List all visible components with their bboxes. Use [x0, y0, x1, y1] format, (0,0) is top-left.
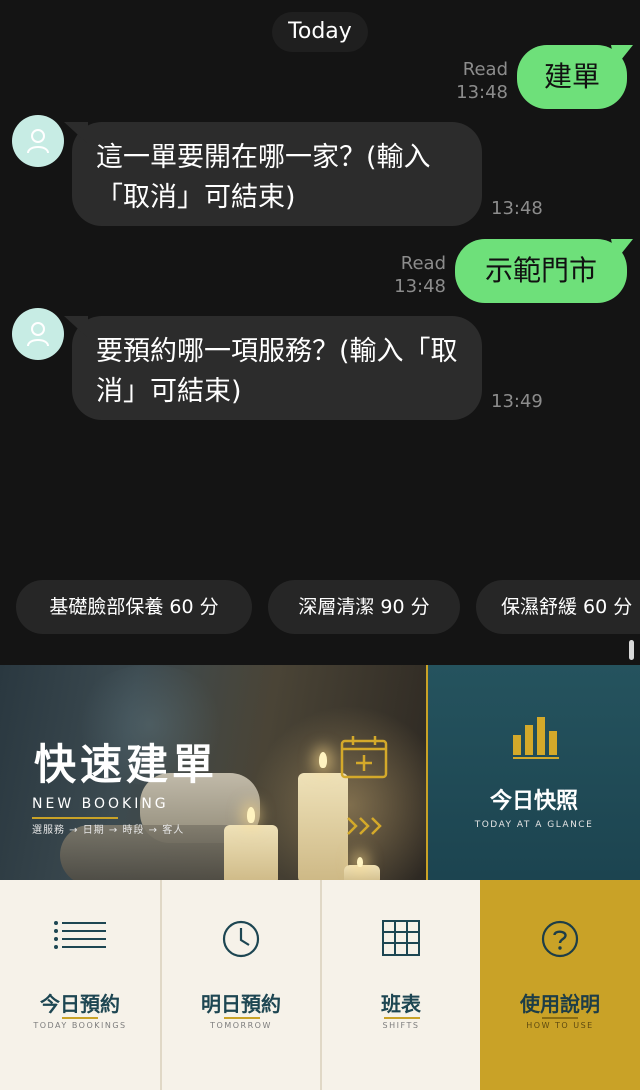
bot-avatar[interactable] — [12, 115, 64, 167]
quick-reply-bar[interactable]: 基礎臉部保養 60 分 深層清潔 90 分 保濕舒緩 60 分 — [0, 580, 640, 634]
help-button[interactable]: 使用說明 HOW TO USE — [480, 880, 640, 1090]
gold-divider — [224, 1017, 260, 1019]
glance-title: 今日快照 — [489, 789, 578, 814]
read-status: Read — [400, 253, 446, 274]
bubble-tail — [64, 122, 88, 144]
candle-image — [298, 773, 348, 880]
gold-divider — [542, 1017, 578, 1019]
read-status: Read — [462, 59, 508, 80]
date-separator: Today — [272, 12, 368, 52]
booking-steps: 選服務 → 日期 → 時段 → 客人 — [32, 825, 185, 836]
shifts-subtitle: SHIFTS — [382, 1021, 420, 1030]
bot-avatar[interactable] — [12, 308, 64, 360]
candle-image — [344, 865, 380, 880]
help-subtitle: HOW TO USE — [526, 1021, 594, 1030]
today-bookings-subtitle: TODAY BOOKINGS — [33, 1021, 127, 1030]
bubble-tail — [611, 45, 633, 67]
chat-area[interactable]: Today Read 13:48 建單 這一單要開在哪一家？(輸入「取消」可結束… — [0, 0, 640, 665]
tomorrow-bookings-subtitle: TOMORROW — [210, 1021, 272, 1030]
quick-reply-button[interactable]: 保濕舒緩 60 分 — [476, 580, 640, 634]
question-icon — [541, 920, 579, 958]
message-text: 這一單要開在哪一家？(輸入「取消」可結束) — [96, 142, 431, 213]
message-meta: Read 13:48 — [378, 252, 446, 298]
incoming-message[interactable]: 這一單要開在哪一家？(輸入「取消」可結束) — [64, 122, 482, 226]
message-meta: Read 13:48 — [440, 58, 508, 104]
bar-chart-icon — [513, 717, 559, 759]
bubble-tail — [64, 316, 88, 338]
grid-icon — [382, 920, 420, 956]
message-text: 示範門市 — [484, 254, 597, 287]
clock-icon — [222, 920, 260, 958]
outgoing-message[interactable]: 建單 — [517, 45, 633, 109]
shifts-button[interactable]: 班表 SHIFTS — [320, 880, 480, 1090]
calendar-add-icon — [340, 736, 388, 779]
today-bookings-button[interactable]: 今日預約 TODAY BOOKINGS — [0, 880, 160, 1090]
message-time: 13:48 — [491, 198, 543, 219]
scroll-indicator[interactable] — [629, 640, 634, 660]
tomorrow-bookings-title: 明日預約 — [201, 992, 281, 1016]
triple-chevron-icon — [347, 817, 382, 835]
quick-reply-button[interactable]: 基礎臉部保養 60 分 — [16, 580, 252, 634]
gold-divider — [62, 1017, 98, 1019]
gold-divider — [32, 817, 118, 819]
shifts-title: 班表 — [381, 992, 421, 1016]
user-icon — [27, 322, 49, 347]
bubble-tail — [611, 239, 633, 261]
today-bookings-title: 今日預約 — [40, 992, 120, 1016]
message-text: 要預約哪一項服務？(輸入「取消」可結束) — [96, 336, 458, 407]
flame-image — [319, 752, 327, 768]
tomorrow-bookings-button[interactable]: 明日預約 TOMORROW — [160, 880, 320, 1090]
flame-image — [247, 807, 255, 823]
gold-divider — [384, 1017, 420, 1019]
message-time: 13:48 — [456, 82, 508, 103]
booking-subtitle: NEW BOOKING — [32, 796, 169, 812]
flame-image — [357, 857, 363, 867]
message-time: 13:49 — [491, 391, 543, 412]
incoming-message[interactable]: 要預約哪一項服務？(輸入「取消」可結束) — [64, 316, 482, 420]
list-icon — [54, 921, 106, 949]
new-booking-button[interactable]: 快速建單 NEW BOOKING 選服務 → 日期 → 時段 → 客人 — [0, 665, 426, 880]
glance-subtitle: TODAY AT A GLANCE — [474, 820, 594, 830]
candle-image — [224, 825, 278, 880]
quick-reply-button[interactable]: 深層清潔 90 分 — [268, 580, 460, 634]
booking-title: 快速建單 — [34, 740, 219, 789]
rich-menu: 快速建單 NEW BOOKING 選服務 → 日期 → 時段 → 客人 今日快照 — [0, 665, 640, 1090]
message-text: 建單 — [543, 60, 600, 93]
outgoing-message[interactable]: 示範門市 — [455, 239, 633, 303]
message-time: 13:48 — [394, 276, 446, 297]
help-title: 使用說明 — [520, 992, 600, 1016]
today-glance-button[interactable]: 今日快照 TODAY AT A GLANCE — [426, 665, 640, 880]
user-icon — [27, 129, 49, 154]
